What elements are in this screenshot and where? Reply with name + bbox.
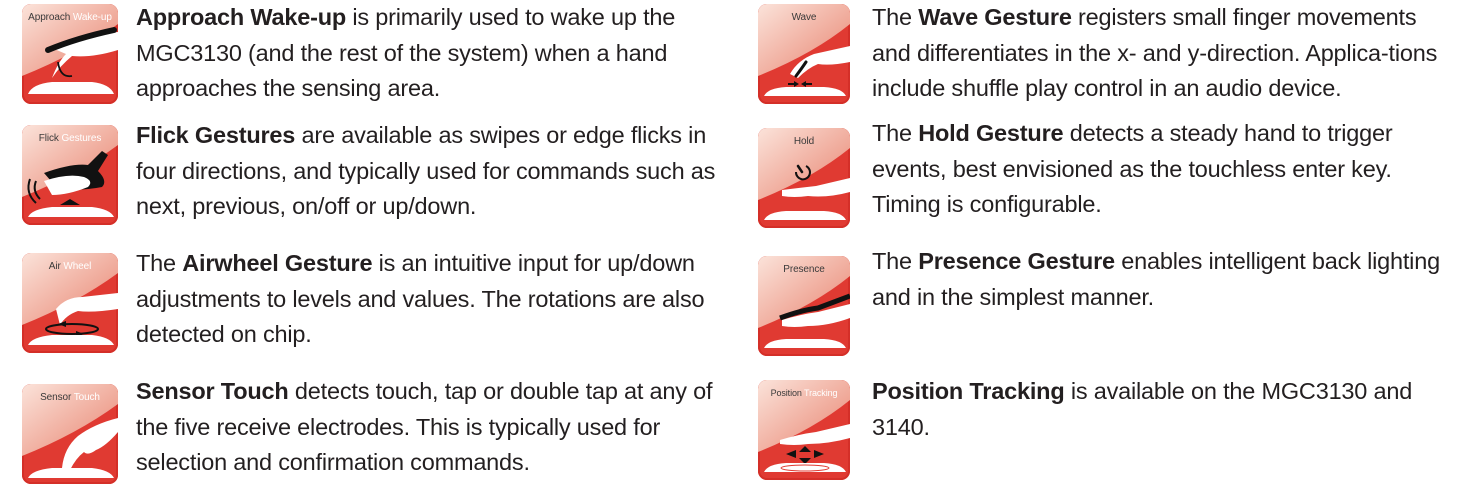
position-tracking-icon: Position Tracking [758,380,850,480]
icon-label: Sensor Touch [40,392,100,403]
icon-label: Position Tracking [770,388,838,398]
icon-label: Hold [793,136,815,147]
presence-icon: Presence [758,256,850,356]
gesture-title: Airwheel Gesture [182,250,373,276]
icon-label: Air Wheel [48,261,92,272]
gesture-description: The Hold Gesture detects a steady hand t… [872,120,1393,217]
gesture-description: Flick Gestures are available as swipes o… [136,122,716,219]
gesture-title: Approach Wake-up [136,4,347,30]
gesture-title: Position Tracking [872,378,1065,404]
gesture-description: Sensor Touch detects touch, tap or doubl… [136,378,713,475]
sensor-touch-icon: Sensor Touch [22,384,118,484]
gesture-description: The Wave Gesture registers small finger … [872,4,1438,101]
air-wheel-icon: Air Wheel [22,253,118,353]
gesture-title: Hold Gesture [918,120,1064,146]
gesture-title: Presence Gesture [918,248,1115,274]
gesture-description: The Presence Gesture enables intelligent… [872,248,1440,310]
icon-label: Flick Gestures [38,133,102,144]
gesture-description: Position Tracking is available on the MG… [872,378,1413,440]
wave-icon: Wave [758,4,850,104]
flick-gestures-icon: Flick Gestures [22,125,118,225]
gesture-title: Sensor Touch [136,378,289,404]
gesture-description: Approach Wake-up is primarily used to wa… [136,4,676,101]
icon-label: Presence [783,264,825,275]
hold-icon: Hold [758,128,850,228]
icon-label: Wave [791,12,817,23]
gesture-title: Flick Gestures [136,122,296,148]
gesture-title: Wave Gesture [918,4,1072,30]
approach-wakeup-icon: Approach Wake-up [22,4,118,104]
icon-label: Approach Wake-up [28,12,112,23]
gesture-description: The Airwheel Gesture is an intuitive inp… [136,250,705,347]
